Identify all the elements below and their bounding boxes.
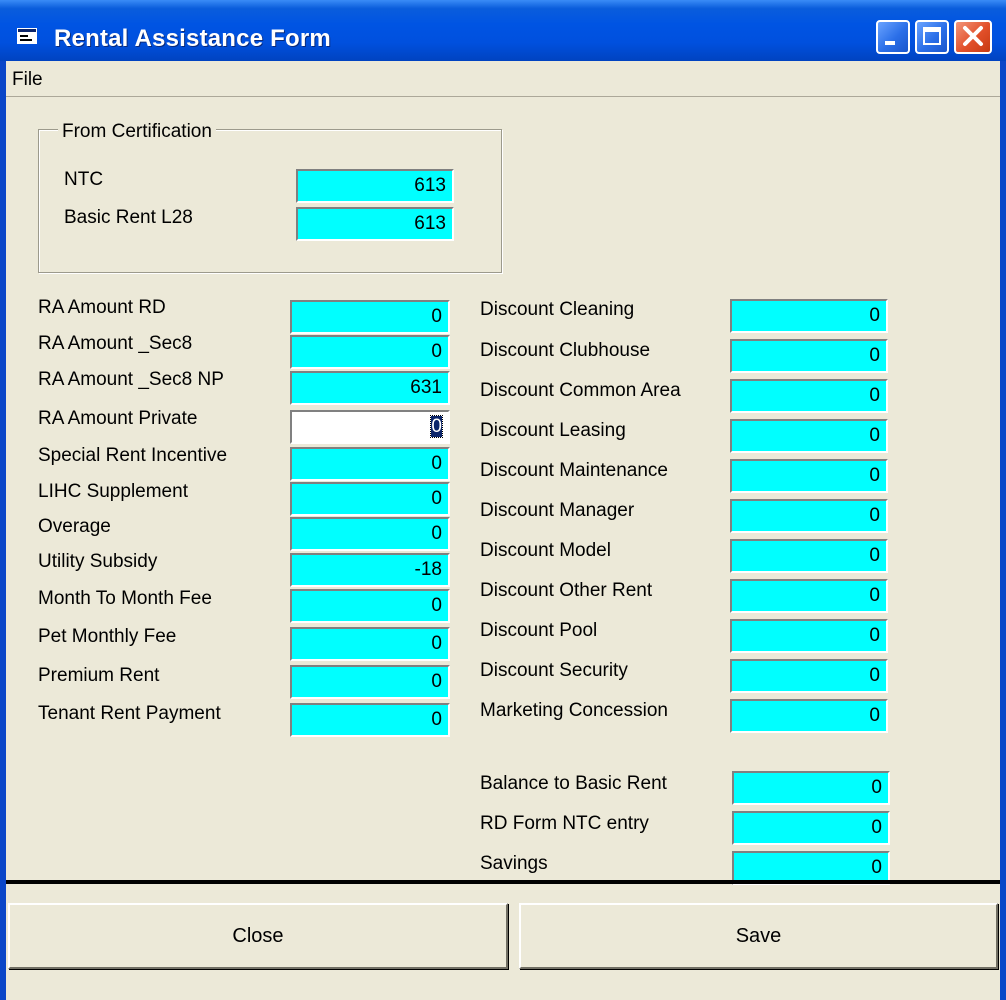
right-field-label: Discount Cleaning	[480, 299, 635, 320]
discount-pool-field[interactable]: 0	[730, 619, 888, 653]
right-field-label: Discount Pool	[480, 620, 598, 641]
close-button[interactable]: Close	[8, 903, 508, 969]
lihc-supplement-field[interactable]: 0	[290, 482, 450, 516]
ntc-field[interactable]: 613	[296, 169, 454, 203]
discount-cleaning-field[interactable]: 0	[730, 299, 888, 333]
left-field-label: RA Amount _Sec8 NP	[38, 369, 224, 390]
menu-bar: File	[6, 61, 1000, 96]
summary-field-label: Savings	[480, 853, 548, 874]
basic-rent-label: Basic Rent L28	[64, 207, 193, 228]
right-field-label: Discount Other Rent	[480, 580, 653, 601]
overage-field[interactable]: 0	[290, 517, 450, 551]
left-field-label: Premium Rent	[38, 665, 160, 686]
summary-field-label: RD Form NTC entry	[480, 813, 649, 834]
close-icon	[963, 26, 983, 46]
left-field-label: Tenant Rent Payment	[38, 703, 221, 724]
rd-form-ntc-entry-field[interactable]: 0	[732, 811, 890, 845]
right-field-label: Discount Maintenance	[480, 460, 668, 481]
marketing-concession-field[interactable]: 0	[730, 699, 888, 733]
menu-file[interactable]: File	[12, 69, 43, 91]
close-window-button[interactable]	[954, 20, 992, 54]
ra-amount-sec8-field[interactable]: 0	[290, 335, 450, 369]
ntc-label: NTC	[64, 169, 104, 190]
summary-field-label: Balance to Basic Rent	[480, 773, 667, 794]
discount-security-field[interactable]: 0	[730, 659, 888, 693]
discount-maintenance-field[interactable]: 0	[730, 459, 888, 493]
right-field-label: Discount Manager	[480, 500, 635, 521]
right-field-label: Discount Leasing	[480, 420, 626, 441]
save-button[interactable]: Save	[519, 903, 998, 969]
application-window: Rental Assistance Form File From Certifi…	[0, 0, 1006, 1000]
right-field-label: Discount Common Area	[480, 380, 681, 401]
left-field-label: Special Rent Incentive	[38, 445, 228, 466]
left-field-label: RA Amount RD	[38, 297, 166, 318]
minimize-icon	[885, 41, 895, 45]
ra-amount-private-field[interactable]: 0	[290, 410, 450, 444]
left-field-label: Month To Month Fee	[38, 588, 212, 609]
form-body: From Certification NTC 613 Basic Rent L2…	[6, 96, 1000, 1000]
pet-monthly-fee-field[interactable]: 0	[290, 627, 450, 661]
discount-manager-field[interactable]: 0	[730, 499, 888, 533]
special-rent-incentive-field[interactable]: 0	[290, 447, 450, 481]
ra-amount-sec8-np-field[interactable]: 631	[290, 371, 450, 405]
discount-leasing-field[interactable]: 0	[730, 419, 888, 453]
ra-amount-private-value: 0	[430, 415, 443, 438]
utility-subsidy-field[interactable]: -18	[290, 553, 450, 587]
right-field-label: Marketing Concession	[480, 700, 668, 721]
right-field-label: Discount Security	[480, 660, 628, 681]
discount-clubhouse-field[interactable]: 0	[730, 339, 888, 373]
maximize-button[interactable]	[915, 20, 949, 54]
left-field-label: RA Amount _Sec8	[38, 333, 193, 354]
basic-rent-field[interactable]: 613	[296, 207, 454, 241]
window-title: Rental Assistance Form	[54, 25, 331, 52]
button-separator	[6, 880, 1000, 884]
title-bar[interactable]: Rental Assistance Form	[0, 0, 1006, 61]
discount-common-area-field[interactable]: 0	[730, 379, 888, 413]
window-border-right	[1000, 61, 1006, 1000]
right-field-label: Discount Clubhouse	[480, 340, 651, 361]
premium-rent-field[interactable]: 0	[290, 665, 450, 699]
form-app-icon	[17, 28, 37, 44]
certification-frame-title: From Certification	[58, 121, 216, 143]
left-field-label: RA Amount Private	[38, 408, 198, 429]
minimize-button[interactable]	[876, 20, 910, 54]
month-to-month-fee-field[interactable]: 0	[290, 589, 450, 623]
left-field-label: Overage	[38, 516, 111, 537]
left-field-label: Pet Monthly Fee	[38, 626, 177, 647]
tenant-rent-payment-field[interactable]: 0	[290, 703, 450, 737]
left-field-label: LIHC Supplement	[38, 481, 188, 502]
discount-model-field[interactable]: 0	[730, 539, 888, 573]
maximize-icon	[923, 27, 941, 45]
left-field-label: Utility Subsidy	[38, 551, 158, 572]
discount-other-rent-field[interactable]: 0	[730, 579, 888, 613]
right-field-label: Discount Model	[480, 540, 611, 561]
ra-amount-rd-field[interactable]: 0	[290, 300, 450, 334]
balance-to-basic-rent-field[interactable]: 0	[732, 771, 890, 805]
